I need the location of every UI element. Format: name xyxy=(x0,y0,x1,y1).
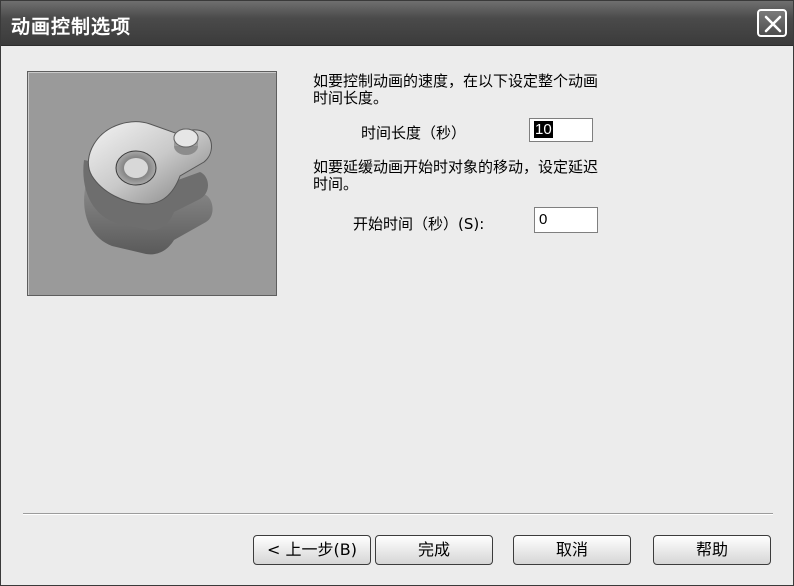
back-button[interactable]: < 上一步(B) xyxy=(253,535,371,565)
mechanical-part-icon xyxy=(83,121,213,255)
delay-label: 开始时间（秒）(S): xyxy=(353,215,485,233)
delay-description-line2: 时间。 xyxy=(313,175,359,193)
duration-description-line1: 如要控制动画的速度，在以下设定整个动画 xyxy=(313,72,599,90)
delay-value: 0 xyxy=(539,211,548,228)
duration-label: 时间长度（秒） xyxy=(361,124,467,142)
delay-input[interactable]: 0 xyxy=(534,207,598,233)
finish-button[interactable]: 完成 xyxy=(375,535,493,565)
delay-description: 如要延缓动画开始时对象的移动，设定延迟 时间。 xyxy=(313,159,703,193)
close-button[interactable] xyxy=(757,9,787,37)
duration-description-line2: 时间长度。 xyxy=(313,89,389,107)
title-bar[interactable]: 动画控制选项 xyxy=(1,1,793,46)
close-icon xyxy=(764,15,782,33)
help-button[interactable]: 帮助 xyxy=(653,535,771,565)
cancel-button[interactable]: 取消 xyxy=(513,535,631,565)
duration-input[interactable]: 10 xyxy=(529,118,593,142)
duration-description: 如要控制动画的速度，在以下设定整个动画 时间长度。 xyxy=(313,73,703,107)
animation-preview-image xyxy=(27,71,277,296)
animation-control-options-dialog: 动画控制选项 如要控制动画的速度，在以下设定整个动画 时间长度。 时间长度（秒）… xyxy=(0,0,794,586)
duration-value: 10 xyxy=(534,121,553,138)
dialog-title: 动画控制选项 xyxy=(11,16,132,38)
separator xyxy=(23,513,773,515)
delay-description-line1: 如要延缓动画开始时对象的移动，设定延迟 xyxy=(313,158,599,176)
